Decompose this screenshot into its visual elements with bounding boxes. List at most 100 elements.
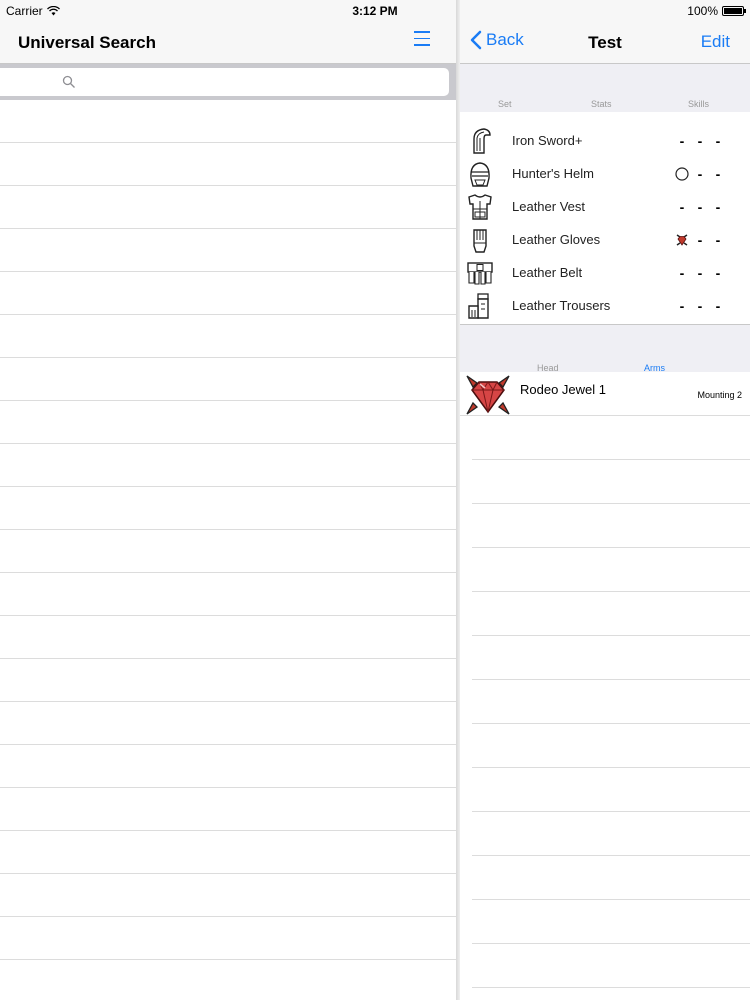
equipment-row[interactable]: Leather Trousers - - - [460, 289, 750, 322]
equipment-name: Hunter's Helm [512, 166, 594, 181]
battery-label: 100% [687, 4, 718, 18]
segment-set[interactable]: Set [498, 99, 512, 109]
open-slot [675, 166, 689, 181]
search-input[interactable] [0, 68, 449, 96]
list-item [472, 988, 750, 1000]
vest-icon [468, 193, 492, 220]
list-item [472, 592, 750, 636]
search-bar [0, 64, 458, 100]
list-item [472, 460, 750, 504]
list-item [0, 186, 458, 229]
universal-search-pane: Universal Search [0, 0, 458, 1000]
empty-slot: - [715, 165, 721, 182]
equipment-list: Iron Sword+ - - - Hunter's Helm - - Leat… [460, 124, 750, 322]
list-item [472, 900, 750, 944]
status-bar: Carrier 3:12 PM 100% [0, 0, 750, 22]
list-item [0, 917, 458, 960]
slot-group: - - [675, 231, 725, 248]
edit-button[interactable]: Edit [701, 32, 730, 52]
equipment-row[interactable]: Leather Vest - - - [460, 190, 750, 223]
list-item [472, 768, 750, 812]
segment-stats[interactable]: Stats [591, 99, 612, 109]
empty-slot: - [679, 264, 685, 281]
list-item [0, 143, 458, 186]
equipment-row[interactable]: Iron Sword+ - - - [460, 124, 750, 157]
equipment-name: Leather Belt [512, 265, 583, 280]
equipment-row[interactable]: Leather Gloves - - [460, 223, 750, 256]
menu-icon [414, 44, 430, 46]
list-item [0, 487, 458, 530]
list-item [0, 573, 458, 616]
menu-button[interactable] [414, 31, 434, 49]
list-item [472, 856, 750, 900]
empty-slot: - [715, 264, 721, 281]
jewel-icon [676, 233, 688, 246]
list-item [0, 444, 458, 487]
list-item [0, 530, 458, 573]
jewel-list [472, 416, 750, 1000]
equipment-name: Leather Vest [512, 199, 585, 214]
list-item [0, 960, 458, 1000]
empty-slot: - [697, 165, 703, 182]
jewel-mounting: Mounting 2 [697, 390, 742, 400]
empty-slot: - [679, 198, 685, 215]
slot-group: - - - [675, 297, 725, 314]
jewel-row[interactable]: Rodeo Jewel 1 Mounting 2 [460, 372, 750, 416]
list-item [472, 680, 750, 724]
slot-group: - - [675, 165, 725, 182]
equipment-name: Leather Gloves [512, 232, 601, 247]
empty-slot: - [715, 198, 721, 215]
list-item [472, 504, 750, 548]
list-item [0, 745, 458, 788]
jewel-name: Rodeo Jewel 1 [520, 382, 606, 397]
empty-circle-icon [675, 166, 689, 181]
empty-slot: - [697, 231, 703, 248]
list-item [472, 636, 750, 680]
segment-skills[interactable]: Skills [688, 99, 709, 109]
gloves-icon [473, 228, 487, 253]
helm-icon [470, 161, 490, 187]
jewel-icon [466, 375, 510, 415]
page-title: Universal Search [18, 33, 156, 52]
list-item [472, 416, 750, 460]
slot-group: - - - [675, 264, 725, 281]
slot-group: - - - [675, 132, 725, 149]
trousers-icon [468, 292, 489, 319]
segment-control: Set Stats Skills [460, 64, 750, 112]
battery-icon [722, 6, 746, 16]
list-item [0, 315, 458, 358]
empty-slot: - [715, 132, 721, 149]
empty-slot: - [697, 198, 703, 215]
status-time: 3:12 PM [352, 4, 398, 18]
sword-icon [473, 127, 491, 154]
belt-icon [467, 261, 493, 285]
equipment-name: Leather Trousers [512, 298, 611, 313]
body-part-tabs: Head Arms [460, 324, 750, 373]
list-item [472, 724, 750, 768]
battery-indicator: 100% [687, 4, 746, 18]
list-item [0, 272, 458, 315]
list-item [0, 831, 458, 874]
empty-slot: - [697, 297, 703, 314]
search-icon [62, 75, 75, 88]
list-item [0, 401, 458, 444]
empty-slot: - [679, 297, 685, 314]
list-item [0, 229, 458, 272]
empty-slot: - [715, 297, 721, 314]
list-item [472, 944, 750, 988]
list-item [0, 702, 458, 745]
empty-slot: - [697, 264, 703, 281]
empty-slot: - [679, 132, 685, 149]
list-item [472, 548, 750, 592]
menu-icon [414, 31, 430, 33]
set-detail-pane: Back Test Edit Set Stats Skills Iron Swo… [460, 0, 750, 1000]
list-item [0, 874, 458, 917]
list-item [0, 100, 458, 143]
empty-slot: - [697, 132, 703, 149]
equipment-row[interactable]: Leather Belt - - - [460, 256, 750, 289]
list-item [0, 788, 458, 831]
list-item [0, 659, 458, 702]
search-results-list [0, 100, 458, 1000]
list-item [0, 358, 458, 401]
equipment-row[interactable]: Hunter's Helm - - [460, 157, 750, 190]
